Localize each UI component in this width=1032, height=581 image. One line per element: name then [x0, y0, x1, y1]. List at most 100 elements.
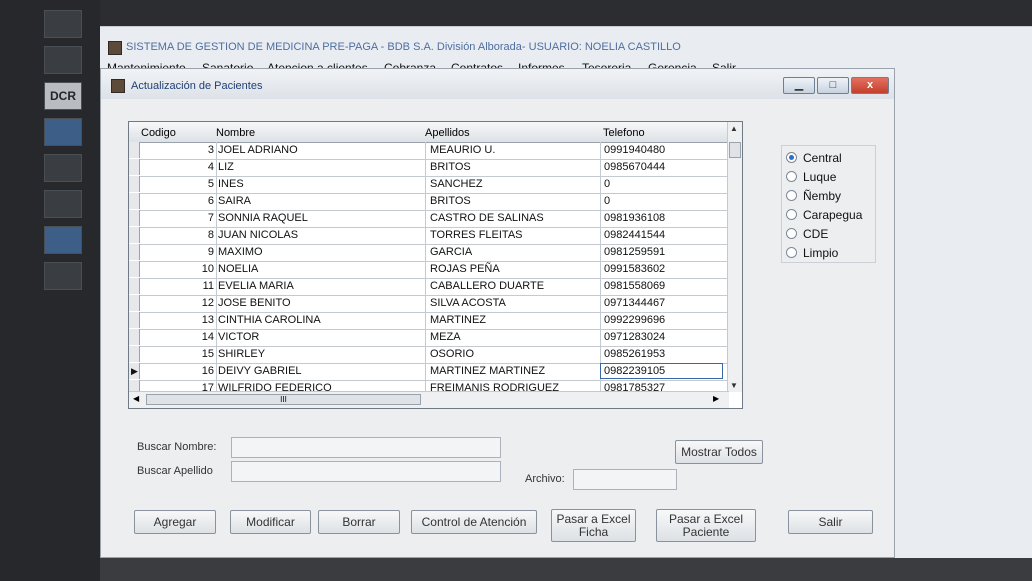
- cell-apellidos[interactable]: SANCHEZ: [430, 178, 483, 190]
- maximize-button[interactable]: □: [817, 77, 849, 94]
- row-indicator[interactable]: [129, 346, 140, 362]
- cell-nombre[interactable]: JOSE BENITO: [218, 297, 291, 309]
- row-indicator[interactable]: [129, 210, 140, 226]
- cell-codigo[interactable]: 6: [141, 195, 214, 207]
- cell-telefono[interactable]: 0971344467: [604, 297, 665, 309]
- cell-codigo[interactable]: 16: [141, 365, 214, 377]
- table-row[interactable]: ▶ 16 DEIVY GABRIEL MARTINEZ MARTINEZ 0982239…: [129, 363, 729, 381]
- scroll-up-icon[interactable]: ▲: [730, 124, 738, 133]
- cell-telefono[interactable]: 0991940480: [604, 144, 665, 156]
- salir-button[interactable]: Salir: [788, 510, 873, 534]
- cell-telefono[interactable]: 0981936108: [604, 212, 665, 224]
- cell-nombre[interactable]: NOELIA: [218, 263, 258, 275]
- column-header-apellidos[interactable]: Apellidos: [425, 127, 470, 139]
- cell-telefono[interactable]: 0982239105: [604, 365, 665, 377]
- column-header-nombre[interactable]: Nombre: [216, 127, 255, 139]
- column-header-telefono[interactable]: Telefono: [603, 127, 645, 139]
- cell-nombre[interactable]: JOEL ADRIANO: [218, 144, 298, 156]
- cell-codigo[interactable]: 8: [141, 229, 214, 241]
- cell-telefono[interactable]: 0985261953: [604, 348, 665, 360]
- borrar-button[interactable]: Borrar: [318, 510, 400, 534]
- pasar-excel-ficha-button[interactable]: Pasar a Excel Ficha: [551, 509, 636, 542]
- cell-telefono[interactable]: 0992299696: [604, 314, 665, 326]
- row-indicator[interactable]: [129, 244, 140, 260]
- table-row[interactable]: 11 EVELIA MARIA CABALLERO DUARTE 0981558069: [129, 278, 729, 296]
- cell-codigo[interactable]: 13: [141, 314, 214, 326]
- table-row[interactable]: 14 VICTOR MEZA 0971283024: [129, 329, 729, 347]
- cell-codigo[interactable]: 9: [141, 246, 214, 258]
- desktop-app-icon[interactable]: [44, 190, 82, 218]
- cell-codigo[interactable]: 12: [141, 297, 214, 309]
- pacientes-grid[interactable]: Codigo Nombre Apellidos Telefono 3 JOEL A…: [128, 121, 743, 409]
- table-row[interactable]: 7 SONNIA RAQUEL CASTRO DE SALINAS 098193610…: [129, 210, 729, 228]
- cell-telefono[interactable]: 0971283024: [604, 331, 665, 343]
- cell-telefono[interactable]: 0982441544: [604, 229, 665, 241]
- cell-apellidos[interactable]: CASTRO DE SALINAS: [430, 212, 544, 224]
- vertical-scroll-thumb[interactable]: [729, 142, 741, 158]
- row-indicator[interactable]: [129, 261, 140, 277]
- table-row[interactable]: 4 LIZ BRITOS 0985670444: [129, 159, 729, 177]
- cell-apellidos[interactable]: MEAURIO U.: [430, 144, 495, 156]
- cell-nombre[interactable]: LIZ: [218, 161, 234, 173]
- cell-codigo[interactable]: 4: [141, 161, 214, 173]
- row-indicator[interactable]: [129, 227, 140, 243]
- grid-vertical-scrollbar[interactable]: ▲ ▼: [727, 122, 742, 392]
- row-indicator[interactable]: [129, 278, 140, 294]
- row-indicator[interactable]: [129, 329, 140, 345]
- column-header-codigo[interactable]: Codigo: [141, 127, 176, 139]
- cell-codigo[interactable]: 3: [141, 144, 214, 156]
- cell-apellidos[interactable]: TORRES FLEITAS: [430, 229, 523, 241]
- table-row[interactable]: 9 MAXIMO GARCIA 0981259591: [129, 244, 729, 262]
- cell-nombre[interactable]: CINTHIA CAROLINA: [218, 314, 321, 326]
- cell-telefono[interactable]: 0981259591: [604, 246, 665, 258]
- desktop-app-icon[interactable]: [44, 46, 82, 74]
- cell-apellidos[interactable]: BRITOS: [430, 161, 471, 173]
- table-row[interactable]: 10 NOELIA ROJAS PEÑA 0991583602: [129, 261, 729, 279]
- cell-nombre[interactable]: EVELIA MARIA: [218, 280, 294, 292]
- table-row[interactable]: 3 JOEL ADRIANO MEAURIO U. 0991940480: [129, 142, 729, 160]
- table-row[interactable]: 15 SHIRLEY OSORIO 0985261953: [129, 346, 729, 364]
- cell-apellidos[interactable]: MARTINEZ MARTINEZ: [430, 365, 545, 377]
- cell-codigo[interactable]: 14: [141, 331, 214, 343]
- desktop-app-icon[interactable]: [44, 226, 82, 254]
- cell-apellidos[interactable]: ROJAS PEÑA: [430, 263, 500, 275]
- cell-nombre[interactable]: INES: [218, 178, 244, 190]
- cell-codigo[interactable]: 15: [141, 348, 214, 360]
- modificar-button[interactable]: Modificar: [230, 510, 311, 534]
- cell-apellidos[interactable]: GARCIA: [430, 246, 472, 258]
- desktop-dcr-icon[interactable]: DCR: [44, 82, 82, 110]
- cell-nombre[interactable]: SONNIA RAQUEL: [218, 212, 308, 224]
- row-indicator[interactable]: [129, 312, 140, 328]
- desktop-app-icon[interactable]: [44, 118, 82, 146]
- horizontal-scroll-thumb[interactable]: III: [146, 394, 421, 405]
- scroll-down-icon[interactable]: ▼: [730, 381, 738, 390]
- row-indicator[interactable]: [129, 193, 140, 209]
- cell-codigo[interactable]: 7: [141, 212, 214, 224]
- cell-telefono[interactable]: 0: [604, 195, 610, 207]
- desktop-app-icon[interactable]: [44, 10, 82, 38]
- mostrar-todos-button[interactable]: Mostrar Todos: [675, 440, 763, 464]
- table-row[interactable]: 5 INES SANCHEZ 0: [129, 176, 729, 194]
- row-indicator[interactable]: [129, 142, 140, 158]
- cell-codigo[interactable]: 10: [141, 263, 214, 275]
- cell-nombre[interactable]: JUAN NICOLAS: [218, 229, 298, 241]
- row-indicator[interactable]: [129, 295, 140, 311]
- cell-nombre[interactable]: SAIRA: [218, 195, 251, 207]
- archivo-input[interactable]: [573, 469, 677, 490]
- cell-nombre[interactable]: SHIRLEY: [218, 348, 265, 360]
- row-indicator[interactable]: ▶: [129, 363, 140, 379]
- cell-telefono[interactable]: 0981558069: [604, 280, 665, 292]
- table-row[interactable]: 6 SAIRA BRITOS 0: [129, 193, 729, 211]
- table-row[interactable]: 13 CINTHIA CAROLINA MARTINEZ 0992299696: [129, 312, 729, 330]
- close-button[interactable]: x: [851, 77, 889, 94]
- cell-codigo[interactable]: 5: [141, 178, 214, 190]
- cell-apellidos[interactable]: BRITOS: [430, 195, 471, 207]
- buscar-nombre-input[interactable]: [231, 437, 501, 458]
- control-atencion-button[interactable]: Control de Atención: [411, 510, 537, 534]
- buscar-apellido-input[interactable]: [231, 461, 501, 482]
- cell-apellidos[interactable]: OSORIO: [430, 348, 474, 360]
- cell-telefono[interactable]: 0991583602: [604, 263, 665, 275]
- agregar-button[interactable]: Agregar: [134, 510, 216, 534]
- desktop-app-icon[interactable]: [44, 154, 82, 182]
- cell-apellidos[interactable]: SILVA ACOSTA: [430, 297, 506, 309]
